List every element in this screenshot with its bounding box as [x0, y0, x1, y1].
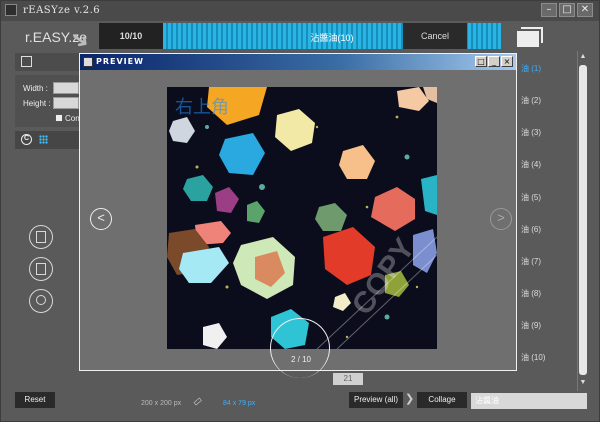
preview-maximize-button[interactable]: □ [475, 56, 487, 67]
title-bar: rEASYze v.2.6 – □ ✕ [1, 1, 599, 21]
list-item[interactable]: 油 (2) [521, 95, 541, 106]
cancel-button[interactable]: Cancel [403, 23, 467, 49]
preview-close-button[interactable]: × [501, 56, 513, 67]
resize-icon[interactable] [21, 56, 32, 67]
preview-window-icon [83, 57, 93, 67]
left-panel: Width : Height : Con C [15, 53, 80, 383]
output-folder-button[interactable] [517, 27, 543, 47]
maximize-button[interactable]: □ [559, 3, 575, 17]
preview-minimize-button[interactable]: _ [488, 56, 500, 67]
file-list: 油 (1) 油 (2) 油 (3) 油 (4) 油 (5) 油 (6) 油 (7… [521, 59, 573, 369]
list-item[interactable]: 油 (4) [521, 159, 541, 170]
name-field[interactable]: 沾醬油 [471, 393, 587, 409]
document-button[interactable] [29, 257, 53, 281]
save-button[interactable] [29, 225, 53, 249]
pager-label: 2 / 10 [290, 355, 311, 364]
minimize-button[interactable]: – [541, 3, 557, 17]
space-gems-illustration: COPY [167, 87, 437, 349]
size-fields: Width : Height : Con [15, 75, 80, 127]
mode-tabs: C [15, 131, 79, 149]
output-dimensions: 84 x 79 px [223, 400, 256, 407]
constrain-checkbox[interactable] [55, 114, 63, 122]
height-input[interactable] [53, 97, 79, 109]
reset-button[interactable]: Reset [15, 392, 55, 408]
next-image-button[interactable]: > [490, 208, 512, 230]
app-logo: r.EASY.ze ➜ [25, 24, 95, 55]
list-item[interactable]: 油 (10) [521, 352, 545, 363]
preview-title-bar: PREVIEW _ × □ [80, 54, 516, 70]
collage-button[interactable]: Collage [417, 392, 467, 408]
source-dimensions: 200 x 200 px [141, 400, 182, 407]
preview-dialog: PREVIEW _ × □ < > COPY 右上角 2 / 10 [79, 53, 517, 378]
preview-image: COPY 右上角 [167, 87, 437, 349]
width-label: Width : [23, 84, 48, 93]
list-item[interactable]: 油 (8) [521, 288, 541, 299]
height-label: Height : [23, 99, 51, 108]
list-item[interactable]: 油 (6) [521, 224, 541, 235]
list-item[interactable]: 油 (3) [521, 127, 541, 138]
preview-title: PREVIEW [96, 57, 144, 66]
width-input[interactable] [53, 82, 79, 94]
grid-icon[interactable] [39, 135, 48, 144]
list-scrollbar[interactable]: ▲ ▼ [577, 51, 587, 391]
previous-image-button[interactable]: < [90, 208, 112, 230]
constrain-label: Con [65, 114, 80, 123]
window-title: rEASYze v.2.6 [23, 5, 101, 16]
page-number-field[interactable]: 21 [333, 373, 363, 385]
magnifier-icon [36, 295, 46, 305]
pager: 2 / 10 [270, 318, 330, 378]
copyright-icon[interactable]: C [21, 134, 32, 145]
progress-count: 10/10 [99, 23, 163, 49]
app-window: rEASYze v.2.6 – □ ✕ r.EASY.ze ➜ 10/10 沾醬… [0, 0, 600, 422]
arrow-right-icon: ❯ [405, 393, 415, 405]
document-icon [36, 263, 46, 275]
scroll-down-icon[interactable]: ▼ [579, 379, 587, 387]
progress-bar: 10/10 沾醬油(10) Cancel [99, 23, 501, 49]
overlay-text: 右上角 [175, 97, 229, 118]
list-item[interactable]: 油 (7) [521, 256, 541, 267]
app-icon [5, 4, 17, 16]
resize-tab-bar [15, 53, 79, 71]
list-item[interactable]: 油 (9) [521, 320, 541, 331]
list-item[interactable]: 油 (5) [521, 192, 541, 203]
scroll-thumb[interactable] [579, 65, 587, 375]
list-item[interactable]: 油 (1) [521, 63, 541, 74]
scroll-up-icon[interactable]: ▲ [579, 53, 587, 61]
preview-all-button[interactable]: Preview (all) [349, 392, 403, 408]
zoom-button[interactable] [29, 289, 53, 313]
ruler-icon: ▭ [190, 394, 205, 409]
folder-front-icon [517, 31, 539, 47]
save-icon [36, 231, 46, 243]
close-button[interactable]: ✕ [577, 3, 593, 17]
